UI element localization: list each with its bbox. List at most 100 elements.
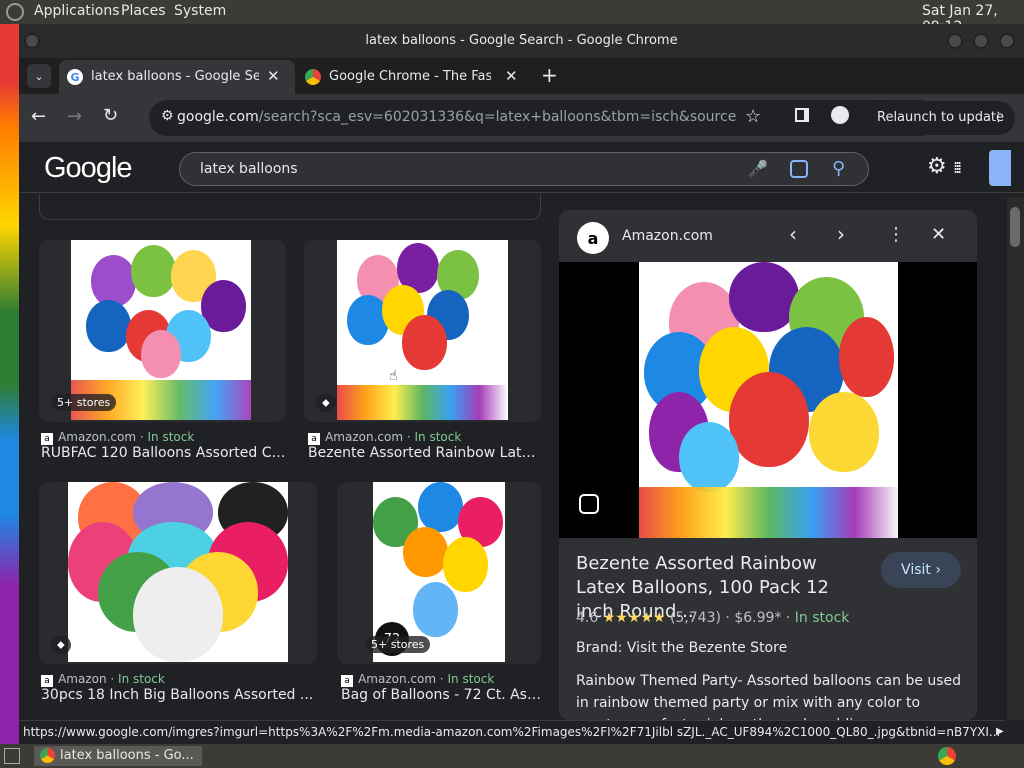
result-image-2[interactable]: ☝ bbox=[337, 240, 508, 420]
stores-badge: 5+ stores bbox=[365, 636, 431, 653]
voice-search-icon[interactable]: 🎤 bbox=[748, 159, 768, 178]
menu-applications[interactable]: Applications bbox=[34, 3, 120, 19]
cursor-hand-icon: ☝ bbox=[389, 368, 398, 384]
window-titlebar: latex balloons - Google Search - Google … bbox=[19, 24, 1024, 58]
url-path: /search?sca_esv=602031336&q=latex+balloo… bbox=[258, 109, 737, 125]
tab-strip: ⌄ G latex balloons - Google Search ✕ Goo… bbox=[19, 58, 1024, 94]
forward-icon[interactable]: → bbox=[67, 106, 82, 127]
panel-source[interactable]: Amazon.com bbox=[622, 228, 713, 244]
source-name: Amazon.com bbox=[325, 430, 404, 444]
prev-result-icon[interactable]: ‹ bbox=[789, 222, 797, 246]
new-tab-icon[interactable]: + bbox=[541, 63, 558, 87]
omnibox[interactable]: ⚙ google.com/search?sca_esv=602031336&q=… bbox=[149, 100, 939, 136]
chrome-icon bbox=[40, 748, 55, 763]
result-card-4[interactable]: 72 5+ stores bbox=[337, 482, 541, 664]
window-title: latex balloons - Google Search - Google … bbox=[365, 33, 678, 48]
result-title-4[interactable]: Bag of Balloons - 72 Ct. Assorted bbox=[341, 687, 541, 703]
tab-latex-balloons[interactable]: G latex balloons - Google Search ✕ bbox=[59, 60, 295, 94]
close-tab-icon[interactable]: ✕ bbox=[505, 67, 518, 85]
brand-line[interactable]: Brand: Visit the Bezente Store bbox=[576, 640, 787, 656]
result-card-1[interactable]: 5+ stores bbox=[39, 240, 286, 422]
url-host: google.com bbox=[177, 109, 259, 125]
price: $6.99* bbox=[734, 610, 782, 626]
relaunch-label: Relaunch to update bbox=[877, 110, 1005, 125]
more-options-icon[interactable]: ⋮ bbox=[887, 224, 905, 245]
os-top-panel: Applications Places System Sat Jan 27, 0… bbox=[0, 0, 1024, 35]
stock-status: In stock bbox=[447, 672, 495, 686]
profile-icon[interactable] bbox=[831, 106, 849, 124]
result-image-3[interactable] bbox=[68, 482, 288, 662]
result-source-1[interactable]: a Amazon.com · In stock bbox=[41, 426, 194, 445]
relaunch-button[interactable]: Relaunch to update ⋮ bbox=[865, 101, 1015, 135]
preview-panel: a Amazon.com ‹ › ⋮ ✕ Bezente Assorted Ra… bbox=[559, 210, 977, 720]
scroll-right-icon[interactable]: ▶ bbox=[996, 726, 1004, 737]
result-source-2[interactable]: a Amazon.com · In stock bbox=[308, 426, 461, 445]
site-info-icon[interactable]: ⚙ bbox=[161, 108, 174, 124]
result-title-3[interactable]: 30pcs 18 Inch Big Balloons Assorted ... bbox=[41, 687, 317, 703]
close-tab-icon[interactable]: ✕ bbox=[267, 67, 280, 85]
result-card-3[interactable]: ⬥ bbox=[39, 482, 317, 664]
minimize-button[interactable] bbox=[947, 33, 963, 49]
search-input[interactable]: latex balloons bbox=[200, 161, 298, 177]
visit-button[interactable]: Visit › bbox=[881, 552, 961, 588]
tray-chrome-icon[interactable] bbox=[938, 747, 956, 765]
amazon-favicon-icon: a bbox=[341, 675, 353, 687]
amazon-favicon-icon: a bbox=[308, 433, 320, 445]
visit-label: Visit bbox=[901, 562, 931, 578]
search-icon[interactable]: ⚲ bbox=[832, 158, 845, 179]
stores-badge: 5+ stores bbox=[51, 394, 117, 411]
result-title-1[interactable]: RUBFAC 120 Balloons Assorted Colors bbox=[41, 445, 286, 461]
scroll-thumb[interactable] bbox=[1010, 207, 1020, 247]
lens-icon[interactable] bbox=[790, 160, 808, 178]
result-card-2[interactable]: ☝ ⬥ bbox=[304, 240, 541, 422]
rating-stars: ★★★★★ bbox=[602, 610, 666, 626]
os-logo-icon[interactable] bbox=[6, 3, 24, 21]
close-panel-icon[interactable]: ✕ bbox=[931, 224, 946, 245]
menu-system[interactable]: System bbox=[174, 3, 226, 19]
stock-status: In stock bbox=[414, 430, 462, 444]
kebab-menu-icon[interactable]: ⋮ bbox=[992, 101, 1005, 135]
tab-search-chevron-icon[interactable]: ⌄ bbox=[27, 64, 51, 88]
sign-in-button[interactable] bbox=[989, 150, 1011, 186]
apps-grid-icon[interactable]: ⁞⁞⁞ bbox=[953, 158, 962, 177]
back-icon[interactable]: ← bbox=[31, 106, 46, 127]
header-divider bbox=[19, 192, 1024, 193]
search-box[interactable]: latex balloons 🎤 ⚲ bbox=[179, 152, 869, 186]
panel-description: Rainbow Themed Party- Assorted balloons … bbox=[576, 673, 962, 720]
window-menu-button[interactable] bbox=[24, 33, 40, 49]
rating-row: 4.6 ★★★★★ (5,743) · $6.99* · In stock bbox=[576, 610, 850, 626]
taskbar-item-label: latex balloons - Go... bbox=[60, 748, 194, 763]
next-result-icon[interactable]: › bbox=[837, 222, 845, 246]
bookmark-star-icon[interactable]: ☆ bbox=[745, 106, 761, 127]
result-title-2[interactable]: Bezente Assorted Rainbow Latex Balloons bbox=[308, 445, 540, 461]
tab-chrome-info[interactable]: Google Chrome - The Fast & Secure ✕ bbox=[297, 60, 523, 94]
amazon-favicon-icon: a bbox=[41, 675, 53, 687]
settings-gear-icon[interactable]: ⚙ bbox=[927, 154, 947, 179]
desktop-rainbow-wallpaper bbox=[0, 24, 19, 744]
taskbar-chrome-window[interactable]: latex balloons - Go... bbox=[34, 746, 202, 766]
filter-bar bbox=[39, 194, 541, 220]
amazon-logo-icon[interactable]: a bbox=[577, 222, 609, 254]
source-name: Amazon bbox=[58, 672, 107, 686]
panel-image[interactable] bbox=[639, 262, 898, 538]
result-source-4[interactable]: a Amazon.com · In stock bbox=[341, 668, 494, 687]
google-favicon-icon: G bbox=[67, 69, 83, 85]
result-source-3[interactable]: a Amazon · In stock bbox=[41, 668, 165, 687]
page-scrollbar[interactable] bbox=[1007, 197, 1024, 720]
maximize-button[interactable] bbox=[973, 33, 989, 49]
tab-title: Google Chrome - The Fast & Secure bbox=[329, 69, 491, 84]
menu-places[interactable]: Places bbox=[121, 3, 166, 19]
result-image-4[interactable]: 72 bbox=[373, 482, 505, 662]
stock-status: In stock bbox=[118, 672, 165, 686]
result-image-1[interactable] bbox=[71, 240, 251, 420]
lens-search-icon[interactable] bbox=[579, 494, 599, 514]
source-name: Amazon.com bbox=[58, 430, 137, 444]
side-panel-icon[interactable] bbox=[795, 108, 809, 122]
google-logo[interactable]: Google bbox=[44, 152, 133, 185]
amazon-favicon-icon: a bbox=[41, 433, 53, 445]
show-desktop-icon[interactable] bbox=[4, 748, 20, 764]
reload-icon[interactable]: ↻ bbox=[103, 105, 118, 126]
close-window-button[interactable] bbox=[999, 33, 1015, 49]
review-count: (5,743) bbox=[669, 610, 721, 626]
tag-icon: ⬥ bbox=[51, 636, 71, 654]
